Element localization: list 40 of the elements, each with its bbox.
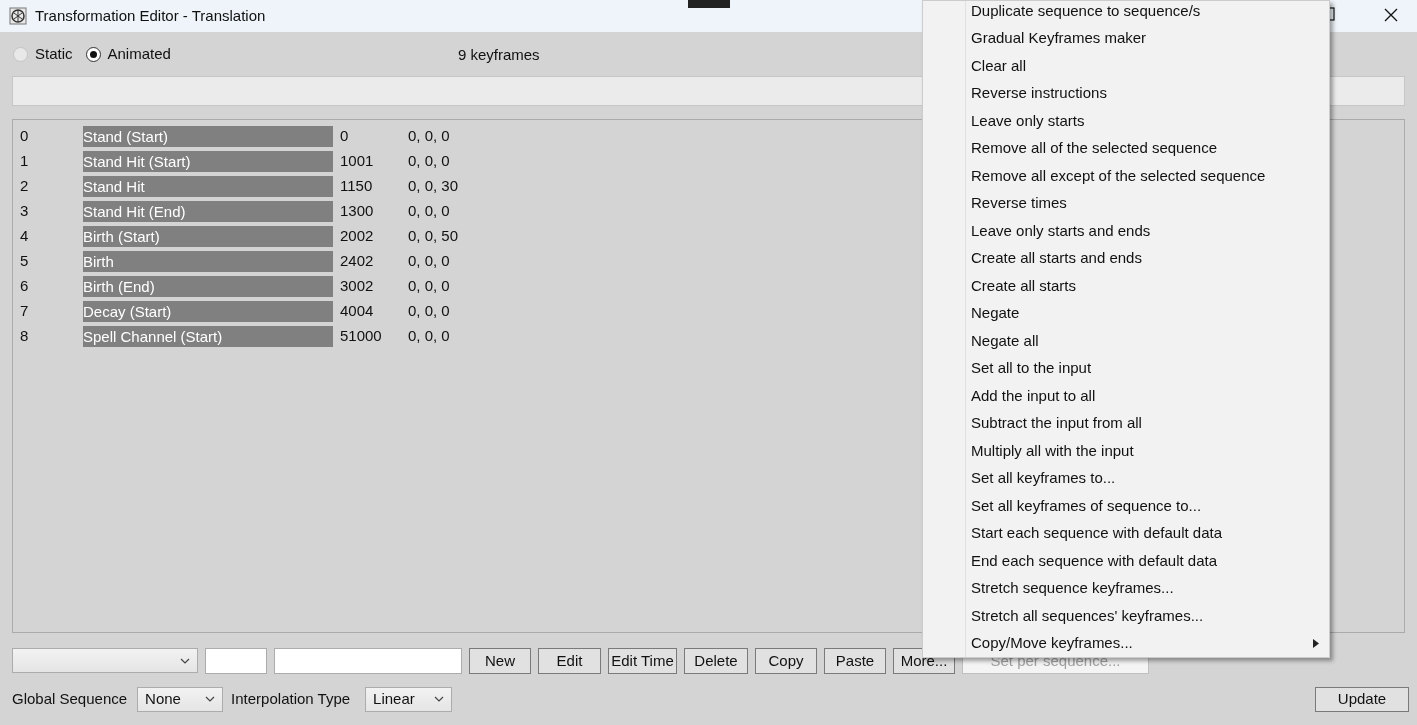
keyframe-count: 9 keyframes	[457, 45, 540, 66]
index-cell-text: 5	[19, 251, 30, 272]
time-cell-text: 51000	[339, 326, 383, 347]
sequence-cell: Birth	[83, 251, 333, 272]
time-cell-text: 1001	[339, 151, 375, 172]
sequence-cell: Stand Hit (End)	[83, 201, 333, 222]
sequence-cell: Stand Hit	[83, 176, 333, 197]
index-cell-text: 2	[19, 176, 30, 197]
index-cell-text: 0	[19, 126, 30, 147]
value-cell-text: 0, 0, 0	[408, 151, 450, 172]
sequence-cell: Stand Hit (Start)	[83, 151, 333, 172]
sequence-cell: Birth (End)	[83, 276, 333, 297]
value-cell-text: 0, 0, 0	[408, 201, 450, 222]
sequence-cell: Birth (Start)	[83, 226, 333, 247]
time-cell-text: 4004	[339, 301, 375, 322]
index-cell-text: 8	[19, 326, 30, 347]
value-cell-text: 0, 0, 50	[408, 226, 459, 247]
sequence-cell: Decay (Start)	[83, 301, 333, 322]
time-cell-text: 0	[339, 126, 350, 147]
time-cell-text: 2002	[339, 226, 375, 247]
time-cell-text: 1300	[339, 201, 375, 222]
sequence-cell: Spell Channel (Start)	[83, 326, 333, 347]
value-cell-text: 0, 0, 0	[408, 326, 450, 347]
time-cell-text: 3002	[339, 276, 375, 297]
value-cell-text: 0, 0, 0	[408, 276, 450, 297]
value-cell-text: 0, 0, 0	[408, 301, 450, 322]
index-cell-text: 6	[19, 276, 30, 297]
time-cell-text: 2402	[339, 251, 375, 272]
index-cell-text: 1	[19, 151, 30, 172]
value-cell-text: 0, 0, 0	[408, 251, 450, 272]
index-cell-text: 7	[19, 301, 30, 322]
interpolation-type-label: Interpolation Type	[231, 688, 351, 709]
value-cell-text: 0, 0, 30	[408, 176, 459, 197]
time-cell-text: 1150	[339, 176, 374, 197]
index-cell-text: 4	[19, 226, 30, 247]
value-cell-text: 0, 0, 0	[408, 126, 450, 147]
window-title: Transformation Editor - Translation	[35, 5, 266, 26]
sequence-cell: Stand (Start)	[83, 126, 333, 147]
index-cell-text: 3	[19, 201, 30, 222]
global-sequence-label: Global Sequence	[12, 688, 128, 709]
